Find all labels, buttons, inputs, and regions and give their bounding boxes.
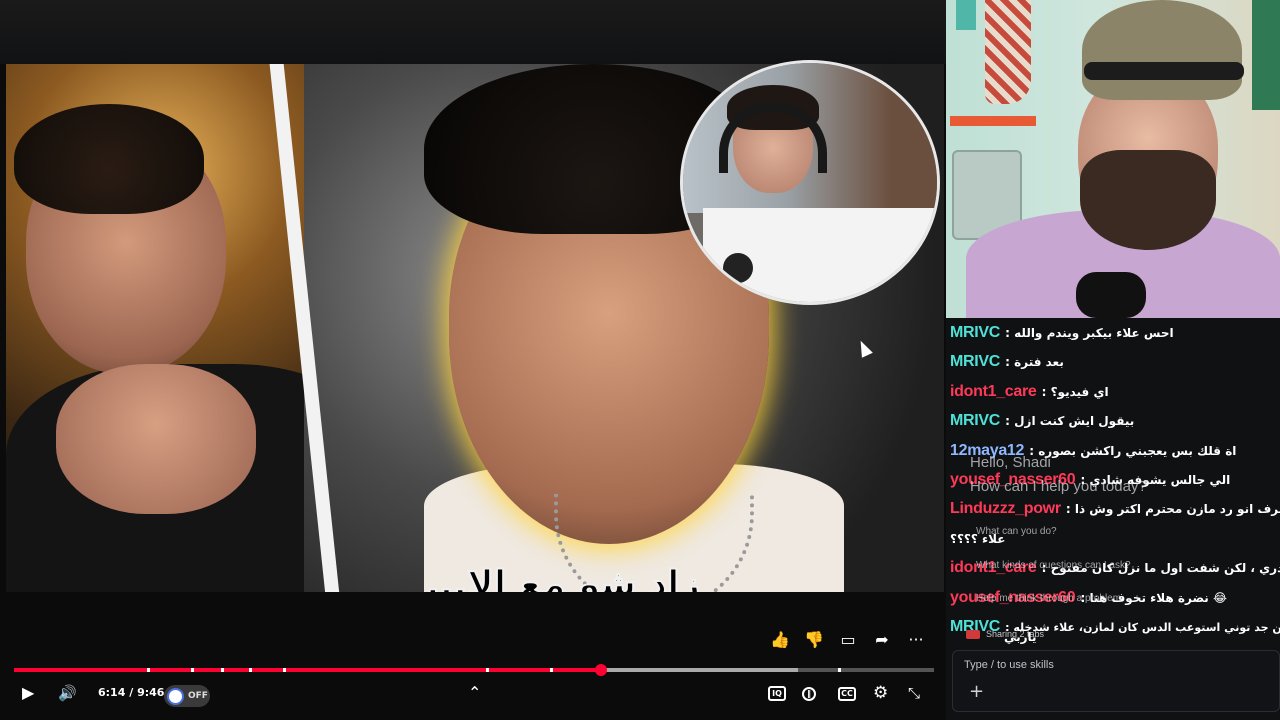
chapter-marker (550, 668, 554, 672)
chat-message: idont1_care : اي فيديو؟ (946, 381, 1280, 410)
sharing-indicator: Sharing 2 tabs (966, 629, 1044, 639)
miniplayer-chevron-up-icon[interactable]: ⌃ (468, 680, 481, 706)
skills-placeholder: Type / to use skills (964, 659, 1054, 671)
progress-scrubber-handle[interactable] (594, 664, 607, 676)
autoplay-toggle[interactable]: OFF (164, 685, 210, 707)
share-icon[interactable]: ➦ (872, 630, 892, 650)
assistant-greeting: Hello, Shadi (970, 454, 1051, 471)
like-icon[interactable]: 👍 (770, 630, 790, 650)
play-icon[interactable]: ▶ (22, 680, 34, 706)
more-icon[interactable]: ··· (906, 630, 926, 650)
left-person-hair (14, 104, 204, 214)
comment-icon[interactable]: ▭ (838, 630, 858, 650)
chat-message: MRIVC : بيقول ايش كنت ازل (946, 410, 1280, 439)
assistant-hint-what-can-you-do[interactable]: What can you do? (976, 526, 1057, 537)
skills-input[interactable]: Type / to use skills + (952, 650, 1280, 712)
player-top-bar (0, 0, 946, 64)
chapter-marker (190, 668, 194, 672)
background-lamp (956, 0, 976, 30)
assistant-question: How can I help you today? (970, 478, 1147, 495)
fullscreen-icon[interactable]: ⤡ (908, 680, 920, 706)
background-plant (1252, 0, 1280, 110)
chat-username: MRIVC (950, 412, 1001, 430)
chapter-marker (838, 668, 842, 672)
chat-text: : من جد توني استوعب الدس كان لمازن، علاء… (1005, 620, 1280, 634)
assistant-hint-questions[interactable]: What kinds of questions can I ask? (976, 560, 1131, 571)
streamer-cap (1082, 0, 1242, 100)
video-player[interactable]: زاد شو مع الا... 👍 👎 ▭ ➦ ··· ▶ 🔊 6:14 / … (0, 0, 946, 720)
volume-icon[interactable]: 🔊 (58, 680, 77, 706)
chapter-marker (485, 668, 489, 672)
video-actions: 👍 👎 ▭ ➦ ··· (770, 630, 926, 650)
streamer-beard (1080, 150, 1216, 250)
settings-gear-icon[interactable]: ⚙ (873, 680, 888, 706)
dislike-icon[interactable]: 👎 (804, 630, 824, 650)
streamer-microphone (1076, 272, 1146, 318)
cc-icon: CC (838, 687, 856, 701)
chat-text: : احس علاء بيكبر ويندم والله (1005, 326, 1174, 340)
autoplay-knob (167, 687, 184, 705)
background-stocking (985, 0, 1031, 104)
chapter-marker (221, 668, 224, 672)
chapter-marker (282, 668, 286, 672)
iq-button[interactable]: IQ (768, 686, 786, 701)
assistant-hint-problem[interactable]: Help me think through a problem (976, 593, 1121, 604)
webcam-mic (723, 253, 753, 283)
autoplay-label: OFF (188, 691, 208, 701)
chapter-marker (248, 668, 252, 672)
progress-bar[interactable] (14, 664, 934, 676)
chat-username: MRIVC (950, 324, 1001, 341)
iq-icon: IQ (768, 686, 786, 701)
pause-circle-icon: ‖ (802, 687, 816, 701)
streamer-headband (1084, 62, 1244, 80)
chat-text: : بعد فترة (1005, 355, 1064, 370)
left-person-hands (56, 364, 256, 514)
current-time: 6:14 (98, 686, 126, 699)
player-controls: ▶ 🔊 6:14 / 9:46 OFF ⌃ IQ ‖ CC ⚙ ⤡ (0, 680, 946, 720)
add-plus-icon[interactable]: + (969, 681, 984, 702)
chat-text: : بيقول ايش كنت ازل (1005, 414, 1135, 429)
screen: زاد شو مع الا... 👍 👎 ▭ ➦ ··· ▶ 🔊 6:14 / … (0, 0, 1280, 720)
chat-username: idont1_care (950, 382, 1037, 400)
duration: 9:46 (137, 686, 165, 699)
thumbnail-caption: زاد شو مع الا... (425, 563, 701, 592)
reactor-webcam-bubble (680, 60, 940, 305)
chapter-marker (147, 668, 151, 672)
pause-badge-button[interactable]: ‖ (802, 686, 816, 701)
chat-text: : اة قلك بس يعجبني راكشن بصوره (1029, 443, 1237, 458)
chat-message: Linduzzz_powr : اعترف انو رد مازن محترم … (946, 498, 1280, 527)
chat-text: : اي فيديو؟ (1041, 384, 1109, 399)
chat-message: MRIVC : احس علاء بيكبر ويندم والله (946, 322, 1280, 351)
sharing-label: Sharing 2 tabs (986, 629, 1045, 639)
chat-username: Linduzzz_powr (950, 500, 1061, 518)
captions-button[interactable]: CC (838, 686, 856, 701)
chat-username: MRIVC (950, 353, 1001, 371)
sharing-icon (966, 629, 980, 639)
time-display: 6:14 / 9:46 (98, 686, 165, 699)
progress-played (14, 668, 601, 672)
chat-message: MRIVC : بعد فترة (946, 351, 1280, 380)
background-shelf (950, 116, 1036, 126)
chat-text: : اعترف انو رد مازن محترم اكتر وش ذا (1065, 502, 1280, 517)
